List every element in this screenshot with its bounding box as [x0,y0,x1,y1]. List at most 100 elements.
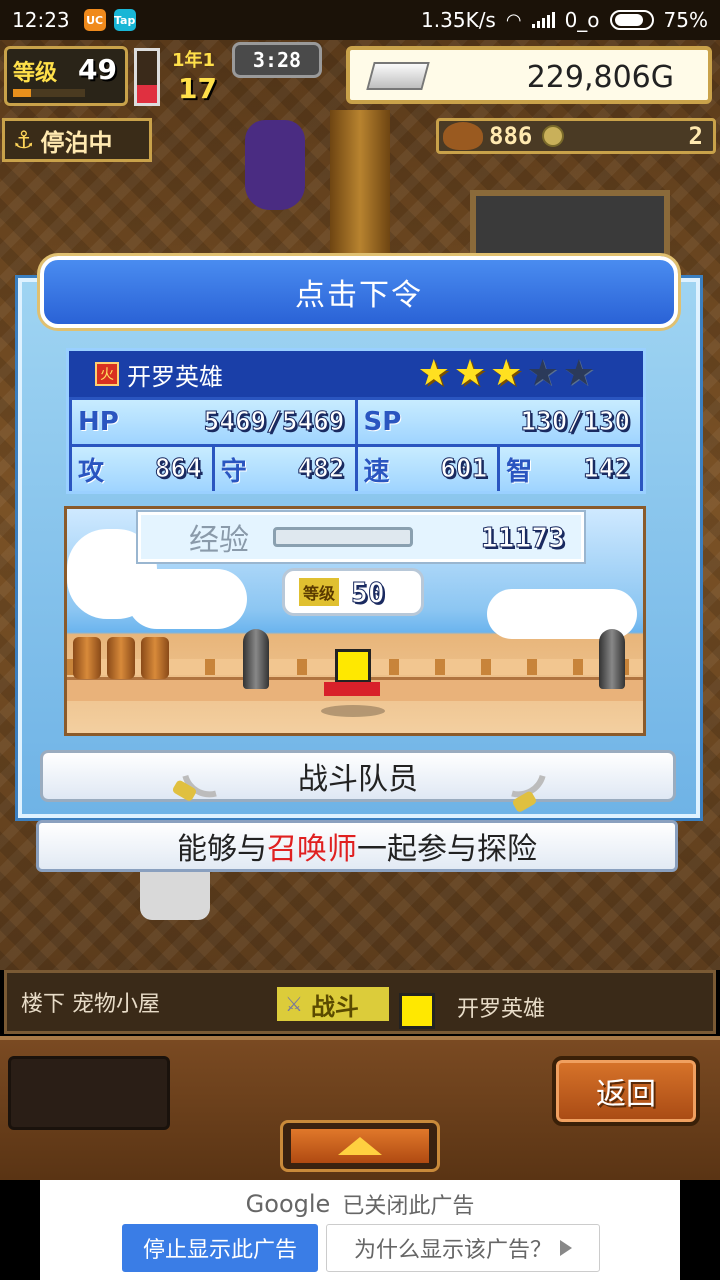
tap-app-icon: Tap [113,9,136,31]
silver-ingot-icon [366,62,430,90]
defense-stat: 守 482 [214,447,355,491]
status-bar: 12:23 UC Tap 1.35K/s ◠ 0_o 75% [0,0,720,40]
dialog-title[interactable]: 点击下令 [40,256,678,328]
hp-stat: HP 5469/5469 [72,400,355,444]
speed-stat: 速 601 [357,447,498,491]
level-progress-bar [13,89,85,97]
sword-icon: ⚔ [285,992,303,1016]
hero-name-row: 火 开罗英雄 ★ ★ ★ ★ ★ [69,351,643,397]
empty-slot [8,1056,170,1130]
level-label: 等级 [13,61,58,86]
year-value: 17 [178,72,217,105]
speed-value: 601 [440,454,488,485]
food-count: 886 [489,122,533,150]
speed-label: 速 [363,456,390,487]
food-pot-icon [443,122,483,150]
attack-label: 攻 [78,456,105,487]
cloud [127,569,247,629]
hero-shadow [321,705,385,717]
network-speed: 1.35K/s [421,8,496,32]
battle-crew-button[interactable]: 战斗队员 [40,750,676,802]
experience-value: 11173 [480,520,565,554]
back-button[interactable]: 返回 [552,1056,700,1126]
uc-app-icon: UC [83,9,106,31]
ad-box: Google 已关闭此广告 停止显示此广告 为什么显示该广告？ [40,1180,680,1280]
star-filled-icon: ★ [490,353,523,394]
caret-up-icon [338,1137,382,1155]
level-value: 49 [78,53,117,86]
attack-value: 864 [154,454,202,485]
dock-status[interactable]: ⚓ 停泊中 [2,118,152,162]
battle-role-tag: ⚔ 战斗 [277,987,389,1021]
desc-suffix: 一起参与探险 [357,832,537,867]
experience-bar: 经验 11173 [138,512,584,562]
medal-icon [542,125,565,147]
locbar-hero-name: 开罗英雄 [457,997,546,1022]
why-ad-label: 为什么显示该广告？ [353,1238,552,1263]
barrel [141,637,169,679]
star-filled-icon: ★ [453,353,487,394]
barrel [73,637,101,679]
hero-stats-panel: 火 开罗英雄 ★ ★ ★ ★ ★ HP 5469/5469 SP 130/130… [66,348,646,494]
hp-label: HP [78,407,119,437]
hero-rarity-stars: ★ ★ ★ ★ ★ [418,356,595,392]
star-empty-icon: ★ [526,353,559,394]
experience-track [273,527,413,547]
money-amount: 229,806G [526,60,674,95]
desc-prefix: 能够与 [177,832,267,867]
star-empty-icon: ★ [562,353,595,394]
year-label: 1年1 [172,50,216,71]
hero-name: 开罗英雄 [127,362,223,391]
experience-label: 经验 [189,523,249,558]
storage-jar [245,120,305,210]
hero-mini-sprite [399,993,435,1029]
sp-value: 130/130 [520,407,631,438]
intelligence-label: 智 [506,456,533,487]
hero-level-bubble: 等级 50 [282,568,424,616]
star-filled-icon: ★ [417,353,450,394]
carrier-name: 0_o [564,8,600,32]
bottom-panel: 返回 [0,1036,720,1180]
anchor-icon: ⚓ [13,126,35,154]
money-panel: 229,806G [346,46,712,104]
intelligence-value: 142 [583,454,631,485]
hp-value: 5469/5469 [203,407,345,438]
stop-ad-button[interactable]: 停止显示此广告 [122,1224,318,1272]
signal-icon [531,12,555,28]
cannon [243,629,269,689]
hero-level-label: 等级 [299,578,340,606]
role-description: 能够与 召唤师 一起参与探险 [36,820,678,872]
hero-level-value: 50 [351,575,386,609]
resource-panel: 886 2 [436,118,716,154]
hero-sprite[interactable] [324,649,380,696]
battery-icon [609,10,654,30]
location-label: 楼下 宠物小屋 [21,992,160,1017]
adchoices-icon [560,1240,572,1256]
sp-stat: SP 130/130 [357,400,640,444]
status-time: 12:23 [12,8,70,32]
ad-banner: Google 已关闭此广告 停止显示此广告 为什么显示该广告？ [0,1180,720,1280]
battery-percent: 75% [663,8,708,32]
why-ad-button[interactable]: 为什么显示该广告？ [326,1224,600,1272]
sp-label: SP [363,407,402,437]
google-logo: Google [245,1190,331,1218]
dock-status-label: 停泊中 [40,128,113,157]
defense-value: 482 [297,454,345,485]
fire-element-icon: 火 [95,362,119,386]
ad-closed-text: 已关闭此广告 [342,1194,475,1219]
player-level-panel: 等级 49 [4,46,128,106]
attack-stat: 攻 864 [72,447,212,491]
battle-tag-label: 战斗 [310,992,359,1021]
desc-highlight: 召唤师 [267,832,357,867]
barrel [107,637,135,679]
expand-up-button[interactable] [280,1120,440,1172]
game-clock: 3:28 [232,42,322,78]
wifi-icon: ◠ [505,9,522,31]
location-bar: 楼下 宠物小屋 ⚔ 战斗 开罗英雄 [4,970,716,1034]
battle-crew-label: 战斗队员 [298,762,418,797]
intelligence-stat: 智 142 [500,447,640,491]
energy-gauge [134,48,160,106]
cannon [599,629,625,689]
medal-count: 2 [688,122,703,150]
defense-label: 守 [220,456,247,487]
